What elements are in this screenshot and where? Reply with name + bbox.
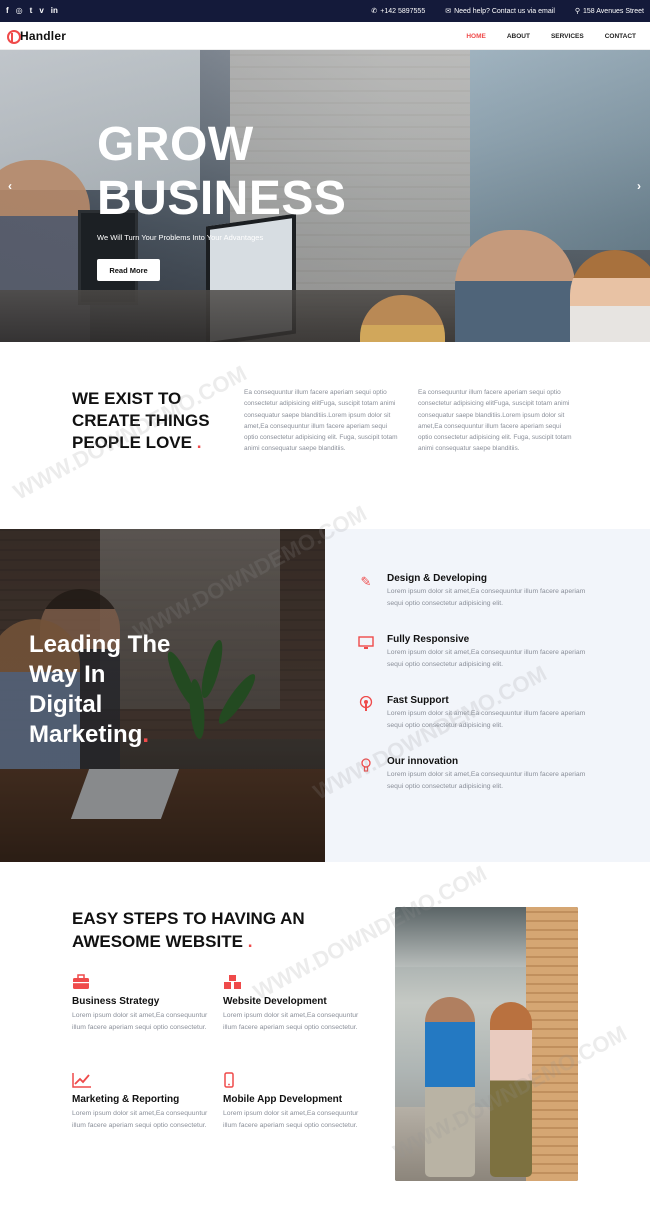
email-item[interactable]: ✉ Need help? Contact us via email	[445, 7, 555, 16]
about-title-line-3: PEOPLE LOVE	[72, 433, 192, 452]
monitor-icon-svg	[358, 636, 374, 649]
read-more-button[interactable]: Read More	[97, 259, 160, 281]
hero-slider: GROW BUSINESS We Will Turn Your Problems …	[0, 50, 650, 342]
logo-text: Handler	[20, 28, 67, 43]
cubes-icon-svg	[224, 975, 241, 989]
pencil-icon: ✎	[360, 574, 372, 589]
hero-person-man	[455, 230, 575, 342]
mobile-icon	[223, 1072, 241, 1088]
phone-icon: ✆	[371, 8, 378, 15]
contact-info: ✆ +142 5897555 ✉ Need help? Contact us v…	[371, 0, 644, 22]
feature-text: Lorem ipsum dolor sit amet,Ea consequunt…	[387, 710, 586, 729]
address-text: 158 Avenues Street	[583, 7, 644, 15]
about-text-column-2: Ea consequuntur illum facere aperiam seq…	[418, 389, 572, 453]
briefcase-icon-svg	[73, 974, 89, 989]
twitter-icon[interactable]: t	[30, 7, 33, 15]
about-title-line-2: CREATE THINGS	[72, 411, 210, 430]
services-title: Leading The Way In Digital Marketing.	[29, 630, 170, 750]
cubes-icon	[223, 974, 241, 990]
accent-dot: .	[142, 721, 150, 748]
services-title-line-1: Leading The	[29, 631, 171, 658]
step-text: Lorem ipsum dolor sit amet,Ea consequunt…	[72, 1110, 208, 1129]
about-text-column-1: Ea consequuntur illum facere aperiam seq…	[244, 389, 398, 453]
phone-text: +142 5897555	[380, 7, 426, 15]
step-text: Lorem ipsum dolor sit amet,Ea consequunt…	[223, 1110, 359, 1129]
steps-title-line-1: EASY STEPS TO HAVING AN	[72, 909, 305, 928]
feature-text: Lorem ipsum dolor sit amet,Ea consequunt…	[387, 771, 586, 790]
lightbulb-icon-svg	[361, 758, 371, 772]
team-photo	[395, 907, 578, 1181]
chart-line-icon-svg	[72, 1073, 91, 1088]
hero-title: GROW BUSINESS	[97, 118, 346, 226]
podcast-icon	[358, 695, 374, 712]
facebook-icon[interactable]: f	[6, 7, 9, 15]
nav-item-services[interactable]: SERVICES	[551, 33, 584, 40]
hero-title-line-1: GROW	[97, 118, 254, 171]
map-marker-icon: ⚲	[574, 8, 581, 15]
linkedin-icon[interactable]: in	[51, 7, 58, 15]
nav-item-about[interactable]: ABOUT	[507, 33, 530, 40]
steps-title-line-2: AWESOME WEBSITE	[72, 932, 243, 951]
logo[interactable]: Handler	[7, 28, 67, 44]
step-title: Mobile App Development	[223, 1094, 343, 1105]
monitor-icon	[358, 635, 374, 651]
steps-title: EASY STEPS TO HAVING AN AWESOME WEBSITE …	[72, 907, 305, 953]
hero-bg-window-right	[470, 50, 650, 250]
about-title: WE EXIST TO CREATE THINGS PEOPLE LOVE .	[72, 388, 210, 454]
photo-man	[425, 997, 475, 1177]
nav-item-contact[interactable]: CONTACT	[605, 33, 636, 40]
step-title: Business Strategy	[72, 996, 160, 1007]
social-links: f ◎ t v in	[6, 7, 58, 15]
main-nav: Handler HOME ABOUT SERVICES CONTACT	[0, 22, 650, 50]
step-title: Marketing & Reporting	[72, 1094, 180, 1105]
vimeo-icon[interactable]: v	[39, 7, 43, 15]
services-image: Leading The Way In Digital Marketing.	[0, 529, 325, 862]
about-title-line-1: WE EXIST TO	[72, 389, 182, 408]
step-title: Website Development	[223, 996, 327, 1007]
hero-subtitle: We Will Turn Your Problems Into Your Adv…	[97, 233, 264, 242]
accent-dot: .	[247, 932, 253, 951]
services-title-line-2: Way In	[29, 661, 106, 688]
mobile-icon-svg	[224, 1072, 234, 1088]
feature-text: Lorem ipsum dolor sit amet,Ea consequunt…	[387, 649, 586, 668]
feature-title: Design & Developing	[387, 573, 488, 584]
lightbulb-icon	[358, 757, 374, 773]
logo-pin-icon	[7, 29, 21, 44]
top-bar: f ◎ t v in ✆ +142 5897555 ✉ Need help? C…	[0, 0, 650, 22]
chevron-right-icon[interactable]: ›	[637, 179, 641, 193]
nav-item-home[interactable]: HOME	[466, 33, 486, 40]
email-text: Need help? Contact us via email	[454, 7, 555, 15]
chevron-left-icon[interactable]: ‹	[8, 179, 12, 193]
feature-title: Fast Support	[387, 695, 449, 706]
photo-woman	[490, 1002, 532, 1177]
feature-title: Fully Responsive	[387, 634, 470, 645]
nav-menu: HOME ABOUT SERVICES CONTACT	[466, 22, 636, 50]
podcast-icon-svg	[359, 695, 373, 711]
photo-brick-pillar	[526, 907, 578, 1181]
services-title-line-3: Digital	[29, 691, 103, 718]
step-text: Lorem ipsum dolor sit amet,Ea consequunt…	[223, 1012, 359, 1031]
accent-dot: .	[196, 433, 202, 452]
instagram-icon[interactable]: ◎	[16, 7, 23, 15]
phone-item[interactable]: ✆ +142 5897555	[371, 7, 426, 16]
address-item: ⚲ 158 Avenues Street	[574, 7, 644, 16]
hero-person-woman	[570, 250, 650, 342]
briefcase-icon	[72, 974, 90, 990]
envelope-icon: ✉	[445, 8, 452, 15]
chart-line-icon	[72, 1072, 91, 1088]
step-text: Lorem ipsum dolor sit amet,Ea consequunt…	[72, 1012, 208, 1031]
feature-title: Our innovation	[387, 756, 459, 767]
feature-text: Lorem ipsum dolor sit amet,Ea consequunt…	[387, 588, 586, 607]
hero-title-line-2: BUSINESS	[97, 172, 347, 225]
services-title-line-4: Marketing	[29, 721, 143, 748]
